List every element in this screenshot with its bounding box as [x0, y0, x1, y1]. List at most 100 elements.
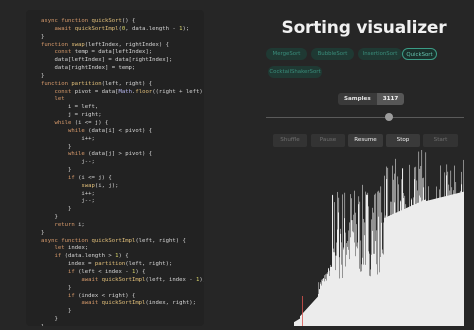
sort-bar — [325, 274, 327, 326]
sort-bar — [339, 278, 340, 326]
sort-bar — [428, 186, 429, 326]
page-title: Sorting visualizer — [281, 18, 447, 38]
sort-bar — [360, 271, 361, 326]
resume-button[interactable]: Resume — [348, 134, 383, 147]
sort-bar — [446, 175, 447, 326]
sort-bar — [370, 276, 372, 326]
sort-bar — [336, 242, 337, 326]
sort-bar — [406, 208, 407, 326]
sort-bar — [335, 270, 336, 326]
sort-bar — [455, 193, 456, 326]
code-line: } — [41, 229, 45, 236]
sort-bar — [343, 249, 345, 326]
sort-bar — [441, 197, 442, 326]
sort-bar — [298, 319, 300, 326]
code-line: i++; — [41, 190, 95, 197]
code-line: await quickSortImpl(left, index - 1); — [81, 276, 204, 283]
sort-bar — [368, 206, 369, 326]
sort-bar — [309, 305, 311, 326]
sort-bar — [423, 177, 424, 326]
algo-insertionsort-button[interactable]: InsertionSort — [358, 48, 402, 60]
sort-bar — [364, 235, 365, 326]
sort-bar — [451, 187, 453, 326]
sort-bar — [384, 175, 385, 326]
sort-bar — [313, 301, 314, 326]
sort-bar — [297, 320, 298, 326]
algo-mergesort-button[interactable]: MergeSort — [266, 48, 307, 60]
sort-bar — [348, 230, 350, 326]
sort-bar — [320, 282, 321, 326]
sort-bar — [344, 218, 345, 326]
sort-bar — [318, 293, 319, 326]
sort-bar — [374, 253, 376, 326]
sort-bar — [345, 232, 346, 326]
code-line: while (data[i] < pivot) { — [67, 127, 153, 134]
sort-bar — [445, 196, 447, 326]
sort-bar — [408, 206, 410, 326]
sort-bar — [294, 321, 296, 326]
shuffle-button[interactable]: Shuffle — [273, 134, 307, 147]
sort-bar — [359, 201, 361, 326]
sort-bar — [345, 266, 347, 326]
sort-bar — [312, 302, 314, 326]
sort-bar — [386, 179, 388, 326]
sort-bar — [356, 224, 357, 326]
sort-bar — [383, 222, 385, 326]
code-line: function partition(left, right) { — [41, 80, 153, 87]
code-editor: async function quickSort() { await quick… — [41, 18, 204, 326]
sort-bar — [314, 300, 315, 326]
sort-bar — [307, 308, 308, 326]
sort-bar — [331, 266, 332, 326]
sort-bar — [307, 307, 309, 326]
sort-bar — [453, 190, 454, 326]
code-line: } — [41, 316, 58, 323]
sort-bar — [422, 200, 424, 326]
stop-button[interactable]: Stop — [386, 134, 420, 147]
code-line: let — [54, 96, 65, 103]
sort-bar — [337, 191, 338, 326]
sort-bar — [328, 268, 330, 326]
sort-bar — [330, 264, 331, 326]
sort-bar — [357, 242, 359, 326]
samples-slider-track[interactable] — [266, 117, 464, 118]
algo-cocktailshakersort-button[interactable]: CocktailShakerSort — [268, 66, 322, 78]
sort-bar — [439, 197, 441, 326]
sort-bar — [458, 192, 460, 326]
sort-bar — [306, 308, 308, 326]
sort-bar — [386, 166, 387, 326]
pause-button[interactable]: Pause — [311, 134, 345, 147]
sort-bar — [445, 196, 446, 326]
sort-bar — [344, 192, 346, 326]
sort-bar — [357, 248, 358, 326]
algo-quicksort-button[interactable]: QuickSort — [402, 48, 437, 60]
sort-bar — [419, 168, 421, 326]
sort-bar — [364, 222, 366, 326]
code-line: j--; — [41, 198, 95, 205]
sort-bar — [452, 194, 454, 326]
sort-bar — [406, 207, 408, 326]
sort-bar — [458, 193, 459, 326]
algo-bubblesort-button[interactable]: BubbleSort — [311, 48, 354, 60]
sort-bar — [434, 198, 436, 326]
code-line: data[leftIndex] = data[rightIndex]; — [41, 57, 173, 64]
sort-bar — [384, 217, 386, 326]
active-bar-highlight — [302, 296, 303, 326]
sort-bar — [372, 230, 374, 326]
sort-bar — [390, 201, 391, 326]
sort-bar — [426, 201, 427, 326]
sort-bar — [334, 252, 336, 326]
sort-bar — [412, 204, 413, 326]
sort-bar — [438, 198, 439, 326]
sort-bar — [401, 210, 402, 326]
sort-bar — [295, 321, 297, 326]
sort-bar — [427, 200, 428, 326]
sort-bar — [377, 274, 378, 326]
sort-bar — [397, 212, 398, 326]
sort-bar — [391, 201, 393, 326]
samples-slider-thumb[interactable] — [384, 113, 393, 121]
sort-bar — [296, 320, 298, 326]
start-button[interactable]: Start — [423, 134, 458, 147]
code-line: while (i <= j) { — [54, 119, 109, 126]
sort-bar — [381, 212, 383, 326]
sort-bar — [417, 190, 418, 326]
